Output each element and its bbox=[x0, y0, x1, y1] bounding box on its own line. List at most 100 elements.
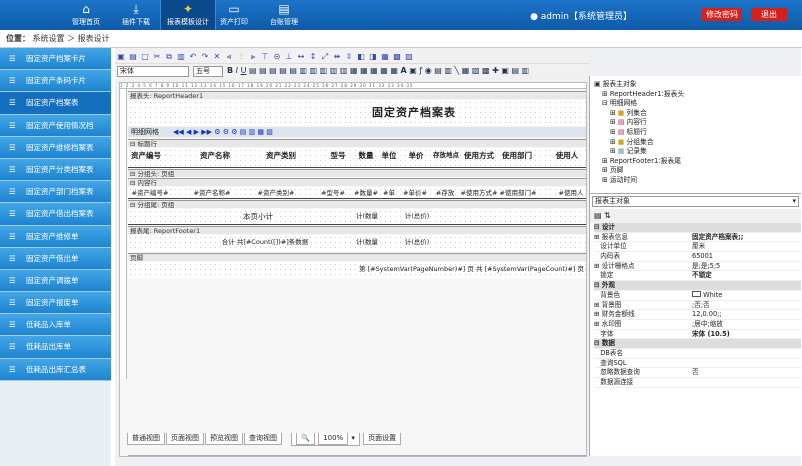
header-cell[interactable]: 单位 bbox=[379, 148, 399, 163]
property-category[interactable]: ⊟ 数据 bbox=[594, 339, 801, 349]
field-cell[interactable]: #单价# bbox=[400, 187, 430, 199]
field-cell[interactable]: #存放 bbox=[431, 187, 459, 199]
property-row[interactable]: 内码表 65001 bbox=[594, 252, 801, 262]
subtotal-label[interactable]: 本页小计 bbox=[228, 209, 288, 224]
logout-button[interactable]: 退出 bbox=[751, 8, 787, 21]
sidebar-item[interactable]: ☰ 固定资产维修档案表 bbox=[0, 136, 111, 159]
property-row[interactable]: 设计单位 厘米 bbox=[594, 242, 801, 253]
total-qty[interactable]: 计(数量 bbox=[354, 235, 380, 250]
property-row[interactable]: ⊞ 报表信息 固定资产档案表;; bbox=[594, 233, 801, 243]
v-space-icon[interactable]: ⇳ bbox=[344, 52, 354, 62]
tab-query-view[interactable]: 查询视图 bbox=[244, 433, 282, 445]
subtotal-amount[interactable]: 计(总价) bbox=[400, 209, 434, 224]
field-cell[interactable]: #资产类别# bbox=[252, 187, 300, 199]
copy-icon[interactable]: ⧉ bbox=[164, 52, 174, 62]
tree-node[interactable]: ⊞ ▤ 内容行 bbox=[594, 118, 801, 128]
property-row[interactable]: ⊞ 财务金额线 12,0.00;; bbox=[594, 310, 801, 320]
underline-icon[interactable]: U bbox=[241, 66, 247, 75]
sidebar-item[interactable]: ☰ 固定资产借出单 bbox=[0, 247, 111, 270]
sidebar-item[interactable]: ☰ 低耗品出库汇总表 bbox=[0, 358, 111, 381]
band-report-header[interactable]: 报表头: ReportHeader1 bbox=[128, 91, 586, 100]
header-cell[interactable]: 数量 bbox=[353, 148, 379, 163]
header-cell[interactable]: 使用人 bbox=[548, 148, 586, 163]
tree-node[interactable]: ⊞ ■ 分组集合 bbox=[594, 138, 801, 148]
property-row[interactable]: ⊞ 背景图 ;否;否 bbox=[594, 301, 801, 311]
h-space-icon[interactable]: ⇹ bbox=[332, 52, 342, 62]
content-row[interactable]: #资产编号# #资产名称# #资产类别# #型号# #数量# #单 #单价# #… bbox=[128, 187, 586, 199]
sidebar-item[interactable]: ☰ 固定资产报废单 bbox=[0, 292, 111, 315]
total-label[interactable]: 合计 共[#Count([])#]条数据 bbox=[210, 235, 320, 250]
tree-node[interactable]: ⊞ ▦ 记录集 bbox=[594, 147, 801, 157]
band-report-footer[interactable]: 报表尾: ReportFooter1 bbox=[128, 226, 586, 235]
sidebar-item[interactable]: ☰ 固定资产维修单 bbox=[0, 225, 111, 248]
band-page-footer[interactable]: 页脚 bbox=[128, 253, 586, 262]
field-cell[interactable]: #使用人 bbox=[554, 187, 586, 199]
nav-home[interactable]: ⌂ 管理首页 bbox=[58, 0, 114, 30]
report-header-area[interactable]: 固定资产档案表 bbox=[128, 100, 586, 126]
property-category[interactable]: ⊟ 外观 bbox=[594, 281, 801, 291]
title-row[interactable]: 资产编号 资产名称 资产类别 型号 数量 单位 单价 存放地点 使用方式 使用部… bbox=[128, 148, 586, 168]
cut-icon[interactable]: ✂ bbox=[152, 52, 162, 62]
zoom-select[interactable]: 🔍 100% ▾ bbox=[291, 433, 360, 446]
field-cell[interactable]: #资产名称# bbox=[188, 187, 236, 199]
grid-icon[interactable]: ▦ bbox=[380, 52, 390, 62]
align-center-icon[interactable]: ⫶ bbox=[236, 52, 246, 62]
send-back-icon[interactable]: ◨ bbox=[368, 52, 378, 62]
size-select[interactable]: 五号 bbox=[193, 66, 223, 77]
property-row[interactable]: 查询SQL bbox=[594, 359, 801, 369]
page-setup-button[interactable]: 页面设置 bbox=[363, 433, 402, 445]
sort-az-icon[interactable]: ⇅ bbox=[604, 211, 611, 220]
page-footer-area[interactable]: 第 [#SystemVar(PageNumber)#] 页 共 [#System… bbox=[128, 262, 586, 279]
sidebar-item[interactable]: ☰ 固定资产分类档案表 bbox=[0, 158, 111, 182]
bring-front-icon[interactable]: ◧ bbox=[356, 52, 366, 62]
sidebar-item[interactable]: ☰ 固定资产借出档案表 bbox=[0, 203, 111, 226]
property-row[interactable]: 背景色 White bbox=[594, 290, 801, 301]
sidebar-item[interactable]: ☰ 低耗品出库单 bbox=[0, 336, 111, 359]
italic-icon[interactable]: I bbox=[236, 66, 238, 75]
tab-page-view[interactable]: 页面视图 bbox=[166, 433, 204, 445]
field-cell[interactable]: #使用方式# bbox=[459, 187, 499, 199]
property-row[interactable]: 忽略数据查询否 bbox=[594, 368, 801, 378]
tree-node[interactable]: ⊞ ■ 列集合 bbox=[594, 109, 801, 119]
field-cell[interactable]: #使用部门# bbox=[498, 187, 538, 199]
band-group-footer[interactable]: ⊟ 分组尾: 页组 bbox=[128, 200, 586, 209]
nav-plugin-download[interactable]: ⤓ 插件下载 bbox=[108, 0, 164, 30]
page-number-text[interactable]: 第 [#SystemVar(PageNumber)#] 页 共 [#System… bbox=[328, 262, 584, 277]
tab-preview[interactable]: 预览视图 bbox=[205, 433, 243, 445]
header-cell[interactable]: 资产名称 bbox=[190, 148, 240, 163]
tree-node[interactable]: ⊞ ▤ 标题行 bbox=[594, 128, 801, 138]
sidebar-item[interactable]: ☰ 固定资产档案卡片 bbox=[0, 48, 111, 71]
field-cell[interactable]: #资产编号# bbox=[128, 187, 172, 199]
font-select[interactable]: 宋体 bbox=[117, 66, 189, 77]
header-cell[interactable]: 资产编号 bbox=[130, 148, 162, 163]
band-content-row[interactable]: ⊟ 内容行 bbox=[128, 178, 586, 187]
property-row[interactable]: DB表名 bbox=[594, 349, 801, 359]
align-top-icon[interactable]: ⊤ bbox=[260, 52, 270, 62]
tree-node[interactable]: ▣ 报表主对象 bbox=[594, 80, 801, 90]
property-category[interactable]: ⊟ 设计 bbox=[594, 223, 801, 233]
tree-node[interactable]: ⊞ ReportHeader1:报表头 bbox=[594, 90, 801, 100]
align-right-icon[interactable]: ⫸ bbox=[248, 52, 258, 62]
header-cell[interactable]: 单价 bbox=[400, 148, 432, 163]
design-canvas[interactable]: 1 2 3 4 5 6 7 8 9 10 11 12 13 14 15 16 1… bbox=[119, 82, 587, 457]
property-row[interactable]: ⊞ 水印图 ;居中;缩放 bbox=[594, 320, 801, 330]
group-icon[interactable]: ▧ bbox=[404, 52, 414, 62]
text-icon[interactable]: A bbox=[401, 66, 407, 75]
sidebar-item[interactable]: ☰ 固定资产使用情况档 bbox=[0, 114, 111, 137]
align-middle-icon[interactable]: ⊝ bbox=[272, 52, 282, 62]
object-select[interactable]: 报表主对象 ▾ bbox=[592, 196, 799, 207]
sidebar-item[interactable]: ☰ 低耗品入库单 bbox=[0, 314, 111, 337]
sidebar-item[interactable]: ☰ 固定资产调拨单 bbox=[0, 269, 111, 293]
delete-icon[interactable]: ✕ bbox=[212, 52, 222, 62]
horizontal-scrollbar[interactable] bbox=[128, 455, 586, 456]
bold-icon[interactable]: B bbox=[227, 66, 233, 75]
tab-normal-view[interactable]: 普通视图 bbox=[127, 433, 165, 445]
nav-asset-print[interactable]: ▭ 资产打印 bbox=[206, 0, 262, 30]
sidebar-item[interactable]: ☰ 固定资产部门档案表 bbox=[0, 181, 111, 204]
sidebar-item-active[interactable]: ☰ 固定资产档案表 bbox=[0, 92, 111, 115]
report-title[interactable]: 固定资产档案表 bbox=[372, 105, 456, 120]
save-icon[interactable]: ▤ bbox=[128, 52, 138, 62]
field-cell[interactable]: #单 bbox=[380, 187, 398, 199]
report-footer-area[interactable]: 合计 共[#Count([])#]条数据 计(数量 计(总价) bbox=[128, 235, 586, 252]
tree-node[interactable]: ⊞ ReportFooter1:报表尾 bbox=[594, 157, 801, 167]
